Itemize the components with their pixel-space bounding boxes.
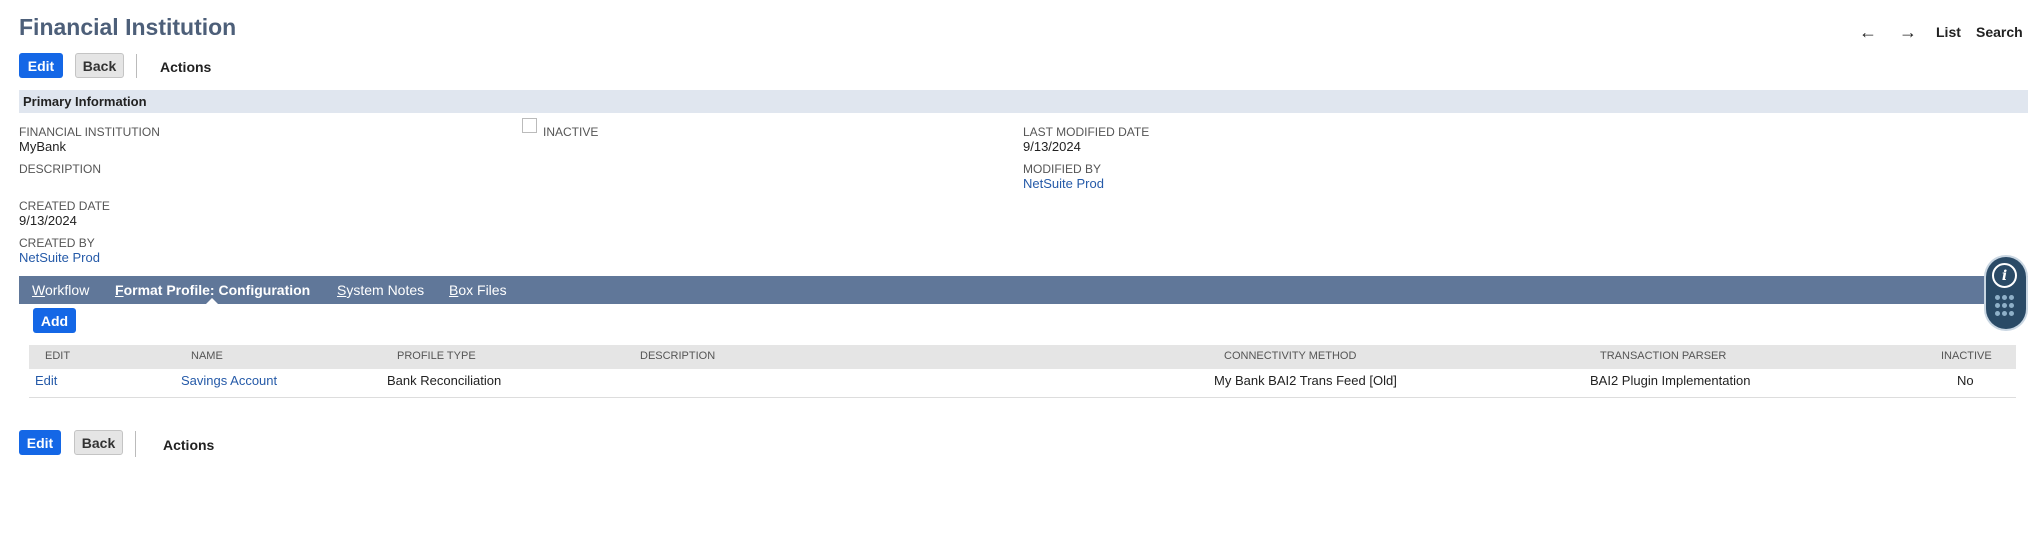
subtab-bar bbox=[19, 276, 2028, 304]
grid-dot bbox=[2009, 303, 2014, 308]
tab-system-notes-accesskey: S bbox=[337, 282, 347, 298]
page-title: Financial Institution bbox=[19, 14, 237, 40]
inactive-label: INACTIVE bbox=[543, 125, 599, 139]
tab-workflow-accesskey: W bbox=[32, 282, 45, 298]
tab-box-files[interactable]: Box Files bbox=[449, 282, 507, 298]
modified-by-link[interactable]: NetSuite Prod bbox=[1023, 176, 1104, 191]
row-name-link[interactable]: Savings Account bbox=[181, 373, 277, 388]
column-header-profile-type[interactable]: PROFILE TYPE bbox=[397, 350, 476, 362]
created-date-value: 9/13/2024 bbox=[19, 213, 77, 228]
actions-menu[interactable]: Actions bbox=[160, 59, 211, 75]
inactive-checkbox[interactable] bbox=[522, 118, 537, 133]
back-button-bottom[interactable]: Back bbox=[74, 430, 123, 455]
tab-workflow-label: orkflow bbox=[44, 282, 90, 298]
toolbar-divider bbox=[136, 54, 137, 78]
column-header-connectivity-method[interactable]: CONNECTIVITY METHOD bbox=[1224, 350, 1356, 362]
info-icon[interactable]: i bbox=[1992, 263, 2017, 288]
last-modified-date-value: 9/13/2024 bbox=[1023, 139, 1081, 154]
column-header-transaction-parser[interactable]: TRANSACTION PARSER bbox=[1600, 350, 1726, 362]
edit-button-bottom[interactable]: Edit bbox=[19, 430, 61, 455]
grid-dot bbox=[2009, 295, 2014, 300]
add-button[interactable]: Add bbox=[33, 308, 76, 333]
tab-format-profile-label: ormat Profile: Configuration bbox=[123, 282, 311, 298]
active-tab-indicator bbox=[206, 298, 218, 304]
row-connectivity-method: My Bank BAI2 Trans Feed [Old] bbox=[1214, 373, 1397, 388]
tab-workflow[interactable]: Workflow bbox=[32, 282, 89, 298]
created-date-label: CREATED DATE bbox=[19, 199, 110, 213]
grid-dot bbox=[1995, 295, 2000, 300]
search-link[interactable]: Search bbox=[1976, 24, 2023, 40]
modified-by-label: MODIFIED BY bbox=[1023, 162, 1102, 176]
tab-box-files-accesskey: B bbox=[449, 282, 459, 298]
created-by-label: CREATED BY bbox=[19, 236, 95, 250]
back-arrow-icon[interactable]: ← bbox=[1859, 23, 1877, 41]
forward-arrow-icon[interactable]: → bbox=[1899, 23, 1917, 41]
grid-dot bbox=[2009, 311, 2014, 316]
grid-dot bbox=[1995, 303, 2000, 308]
column-header-name[interactable]: NAME bbox=[191, 350, 223, 362]
grid-dot bbox=[2002, 295, 2007, 300]
grid-dot bbox=[2002, 311, 2007, 316]
column-header-edit: EDIT bbox=[45, 350, 71, 362]
row-transaction-parser: BAI2 Plugin Implementation bbox=[1590, 373, 1751, 388]
list-link[interactable]: List bbox=[1936, 24, 1961, 40]
column-header-inactive[interactable]: INACTIVE bbox=[1941, 350, 1992, 362]
row-inactive: No bbox=[1957, 373, 1974, 388]
tab-system-notes-label: ystem Notes bbox=[346, 282, 425, 298]
created-by-link[interactable]: NetSuite Prod bbox=[19, 250, 100, 265]
column-header-description[interactable]: DESCRIPTION bbox=[640, 350, 715, 362]
primary-info-section-title: Primary Information bbox=[23, 94, 147, 109]
back-button[interactable]: Back bbox=[75, 53, 124, 78]
row-profile-type: Bank Reconciliation bbox=[387, 373, 502, 388]
financial-institution-label: FINANCIAL INSTITUTION bbox=[19, 125, 160, 139]
tab-format-profile-accesskey: F bbox=[115, 282, 124, 298]
description-label: DESCRIPTION bbox=[19, 162, 102, 176]
toolbar-divider-bottom bbox=[135, 431, 136, 457]
tab-box-files-label: ox Files bbox=[458, 282, 507, 298]
tab-format-profile-configuration[interactable]: Format Profile: Configuration bbox=[115, 282, 310, 298]
last-modified-date-label: LAST MODIFIED DATE bbox=[1023, 125, 1150, 139]
grid-dot bbox=[2002, 303, 2007, 308]
dots-grid-icon[interactable] bbox=[1995, 295, 2014, 317]
actions-menu-bottom[interactable]: Actions bbox=[163, 437, 214, 453]
row-edit-link[interactable]: Edit bbox=[35, 373, 57, 388]
financial-institution-value: MyBank bbox=[19, 139, 66, 154]
edit-button[interactable]: Edit bbox=[19, 53, 63, 78]
grid-dot bbox=[1995, 311, 2000, 316]
primary-info-section-bar[interactable] bbox=[19, 90, 2028, 113]
tab-system-notes[interactable]: System Notes bbox=[337, 282, 424, 298]
